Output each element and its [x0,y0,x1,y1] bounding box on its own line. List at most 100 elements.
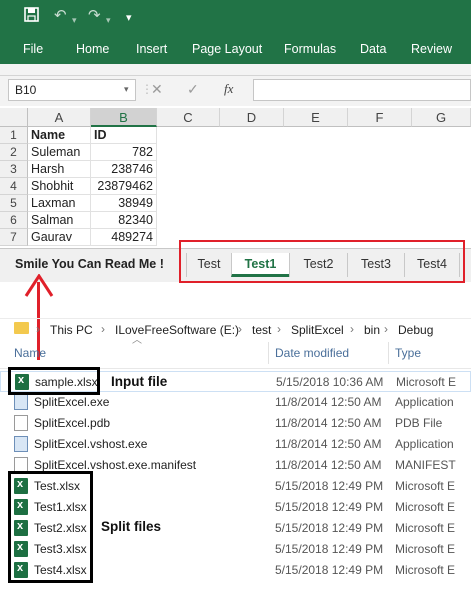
tab-home[interactable]: Home [76,42,109,56]
sheet-label: Smile You Can Read Me ! [15,257,164,271]
column-divider[interactable] [388,342,389,364]
column-header-type[interactable]: Type [395,346,421,360]
red-arrow-head-icon [24,274,54,297]
tab-file[interactable]: File [23,42,43,56]
row-header[interactable]: 6 [0,212,28,229]
input-file-highlight [8,367,100,395]
split-sheets-highlight [179,240,465,283]
tab-page-layout[interactable]: Page Layout [192,42,262,56]
chevron-right-icon: › [101,322,105,336]
chevron-right-icon: › [350,322,354,336]
formula-input[interactable] [253,79,471,101]
column-header-d[interactable]: D [220,108,284,127]
cell-b5[interactable]: 38949 [91,195,157,212]
chevron-right-icon: › [238,322,242,336]
redo-dropdown-icon[interactable]: ▾ [106,11,111,29]
file-name: SplitExcel.vshost.exe [34,437,148,451]
row-header[interactable]: 2 [0,144,28,161]
name-box-dropdown-icon[interactable]: ▾ [124,84,129,95]
file-name: SplitExcel.pdb [34,416,111,430]
column-header-f[interactable]: F [348,108,412,127]
file-date: 11/8/2014 12:50 AM [275,395,382,409]
breadcrumb-this-pc[interactable]: This PC [50,323,93,337]
cell-b7[interactable]: 489274 [91,229,157,246]
exe-file-icon [14,394,28,410]
cell-a6[interactable]: Salman [28,212,91,229]
file-row[interactable]: SplitExcel.vshost.exe 11/8/2014 12:50 AM… [0,434,471,455]
file-row[interactable]: SplitExcel.pdb 11/8/2014 12:50 AM PDB Fi… [0,413,471,434]
cell-a1[interactable]: Name [28,127,91,144]
split-files-annotation: Split files [101,519,162,534]
save-icon[interactable] [24,7,39,27]
folder-icon [14,322,29,334]
file-date: 5/15/2018 12:49 PM [275,500,384,514]
file-type: MANIFEST [395,458,456,472]
column-header-e[interactable]: E [284,108,348,127]
cell-b2[interactable]: 782 [91,144,157,161]
row-header[interactable]: 1 [0,127,28,144]
redo-icon[interactable]: ↷ [88,7,101,25]
file-date: 11/8/2014 12:50 AM [275,437,382,451]
cell-a2[interactable]: Suleman [28,144,91,161]
tab-formulas[interactable]: Formulas [284,42,336,56]
row-header[interactable]: 3 [0,161,28,178]
cell-a4[interactable]: Shobhit [28,178,91,195]
tab-data[interactable]: Data [360,42,386,56]
column-header-date[interactable]: Date modified [275,346,349,360]
cell-a7[interactable]: Gaurav [28,229,91,246]
column-header-c[interactable]: C [157,108,220,127]
file-date: 5/15/2018 10:36 AM [276,375,384,389]
file-name: SplitExcel.exe [34,395,110,409]
column-header-a[interactable]: A [28,108,91,127]
breadcrumb-test[interactable]: test [252,323,271,337]
cell-b4[interactable]: 23879462 [91,178,157,195]
page-file-icon [14,415,28,431]
row-header[interactable]: 5 [0,195,28,212]
chevron-right-icon: › [384,322,388,336]
cell-b1[interactable]: ID [91,127,157,144]
split-files-highlight [8,471,93,583]
file-type: Microsoft E [395,500,456,514]
cell-b6[interactable]: 82340 [91,212,157,229]
breadcrumb-debug[interactable]: Debug [398,323,433,337]
file-date: 5/15/2018 12:49 PM [275,479,384,493]
file-type: Microsoft E [396,375,457,389]
column-divider[interactable] [268,342,269,364]
formula-bar: B10 ▾ ⋮ ✕ ✓ fx [0,76,471,106]
breadcrumb-splitexcel[interactable]: SplitExcel [291,323,344,337]
column-header-g[interactable]: G [412,108,471,127]
select-all-corner[interactable] [0,108,28,127]
undo-icon[interactable]: ↶ [54,7,67,25]
file-type: Microsoft E [395,521,456,535]
chevron-right-icon: › [36,322,40,336]
customize-toolbar-icon[interactable]: ▾ [126,9,132,27]
file-type: Application [395,437,454,451]
exe-file-icon [14,436,28,452]
file-date: 11/8/2014 12:50 AM [275,416,382,430]
breadcrumb-bin[interactable]: bin [364,323,380,337]
file-date: 5/15/2018 12:49 PM [275,563,384,577]
column-header-b[interactable]: B [91,108,157,127]
file-type: Microsoft E [395,563,456,577]
name-box[interactable]: B10 [8,79,136,101]
row-header[interactable]: 4 [0,178,28,195]
spreadsheet-grid: A B C D E F G 1 Name ID 2 Suleman 782 3 … [0,108,471,248]
tab-review[interactable]: Review [411,42,452,56]
insert-function-button[interactable]: fx [224,81,233,97]
undo-dropdown-icon[interactable]: ▾ [72,11,77,29]
ribbon-body [0,64,471,76]
cell-a5[interactable]: Laxman [28,195,91,212]
file-date: 5/15/2018 12:49 PM [275,542,384,556]
tab-insert[interactable]: Insert [136,42,167,56]
cell-b3[interactable]: 238746 [91,161,157,178]
row-header[interactable]: 7 [0,229,28,246]
file-date: 5/15/2018 12:49 PM [275,521,384,535]
file-row[interactable]: SplitExcel.exe 11/8/2014 12:50 AM Applic… [0,392,471,413]
column-header-name[interactable]: Name [14,346,46,360]
cell-a3[interactable]: Harsh [28,161,91,178]
enter-icon[interactable]: ✓ [187,81,199,98]
file-type: Application [395,395,454,409]
input-file-annotation: Input file [111,374,168,389]
cancel-icon[interactable]: ✕ [151,81,163,98]
file-type: Microsoft E [395,479,456,493]
